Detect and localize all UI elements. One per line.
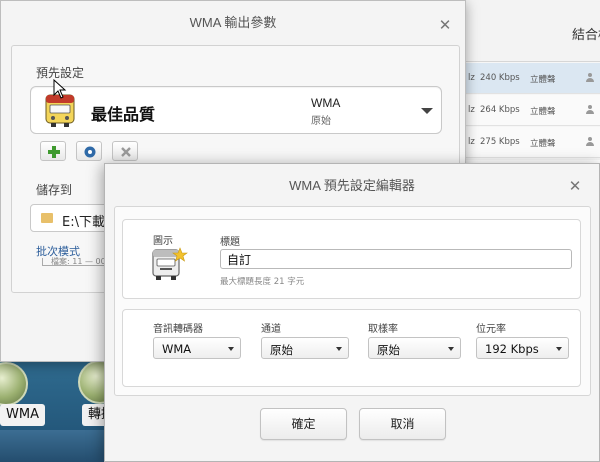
user-icon — [586, 105, 594, 115]
row-hz: lz — [468, 137, 475, 147]
codec-label: 音訊轉碼器 — [153, 324, 203, 335]
preset-title-input[interactable] — [220, 249, 572, 269]
row-bitrate: 264 Kbps — [480, 105, 520, 115]
mouse-cursor-icon — [53, 79, 67, 99]
chevron-down-icon — [336, 347, 342, 351]
preset-identity-section: 圖示 標題 最大標題長度 21 字元 — [122, 219, 581, 299]
chevron-down-icon — [448, 347, 454, 351]
preset-format: WMA — [311, 96, 341, 110]
save-to-label: 儲存到 — [36, 183, 73, 197]
title-label: 標題 — [220, 237, 240, 248]
preset-bus-icon[interactable] — [149, 246, 189, 286]
ok-button[interactable]: 確定 — [260, 408, 347, 440]
bitrate-label: 位元率 — [476, 324, 506, 335]
chevron-down-icon — [421, 108, 433, 114]
preset-editor-panel: 圖示 標題 最大標題長度 21 字元 音訊轉碼器 WMA 通道 原 — [114, 206, 591, 396]
dialog-title: WMA 輸出參數 — [189, 15, 277, 30]
close-icon[interactable]: ✕ — [567, 178, 583, 194]
close-icon[interactable]: ✕ — [437, 17, 453, 33]
channel-select[interactable]: 原始 — [261, 337, 349, 359]
row-channels: 立體聲 — [530, 75, 556, 85]
row-channels: 立體聲 — [530, 139, 556, 149]
add-preset-button[interactable] — [40, 141, 66, 161]
bitrate-select[interactable]: 192 Kbps — [476, 337, 569, 359]
chevron-down-icon — [228, 347, 234, 351]
chevron-down-icon — [556, 347, 562, 351]
channel-label: 通道 — [261, 324, 281, 335]
user-icon — [586, 73, 594, 83]
user-icon — [586, 137, 594, 147]
row-hz: lz — [468, 105, 475, 115]
codec-value: WMA — [162, 342, 192, 356]
title-hint: 最大標題長度 21 字元 — [220, 277, 305, 287]
edit-preset-button[interactable] — [76, 141, 102, 161]
icon-label: 圖示 — [153, 236, 173, 247]
codec-select[interactable]: WMA — [153, 337, 241, 359]
delete-preset-button[interactable] — [112, 141, 138, 161]
cancel-button[interactable]: 取消 — [359, 408, 446, 440]
delete-icon — [121, 147, 131, 157]
row-channels: 立體聲 — [530, 107, 556, 117]
preset-subtitle: 原始 — [311, 116, 331, 127]
channel-value: 原始 — [270, 343, 293, 357]
audio-settings-section: 音訊轉碼器 WMA 通道 原始 取樣率 原始 位元率 192 Kbps — [122, 309, 581, 387]
row-bitrate: 275 Kbps — [480, 137, 520, 147]
background-header-text: 結合檔案 — [572, 28, 600, 43]
dialog-title: WMA 預先設定編輯器 — [289, 178, 415, 193]
row-hz: lz — [468, 73, 475, 83]
samplerate-label: 取樣率 — [368, 324, 398, 335]
gear-icon — [84, 146, 96, 158]
preset-name: 最佳品質 — [91, 105, 156, 124]
bitrate-value: 192 Kbps — [485, 342, 539, 356]
folder-icon — [41, 213, 53, 223]
preset-editor-dialog: WMA 預先設定編輯器 ✕ 圖示 標題 最大標題長度 21 字元 音訊轉碼器 W… — [104, 163, 600, 462]
batch-file-info: 檔案: 11 — 00 — [42, 258, 106, 266]
samplerate-value: 原始 — [377, 343, 400, 357]
samplerate-select[interactable]: 原始 — [368, 337, 461, 359]
desktop-icon-label[interactable]: WMA — [0, 404, 45, 426]
save-path-value: E:\下載 — [62, 215, 105, 230]
plus-icon — [48, 146, 60, 158]
preset-dropdown[interactable]: 最佳品質 WMA 原始 — [30, 86, 442, 134]
row-bitrate: 240 Kbps — [480, 73, 520, 83]
